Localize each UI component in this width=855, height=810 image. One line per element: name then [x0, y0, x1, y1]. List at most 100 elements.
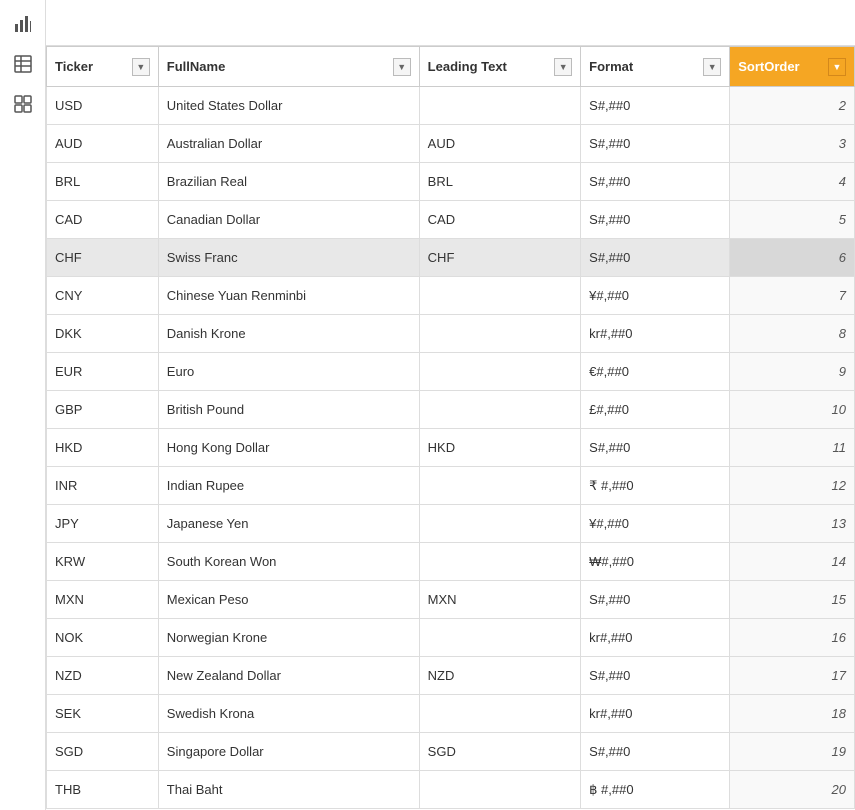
cell-format: kr#,##0 — [581, 695, 730, 733]
table-row[interactable]: SEKSwedish Kronakr#,##018 — [47, 695, 855, 733]
cell-format: S#,##0 — [581, 125, 730, 163]
main-container: Ticker▼FullName▼Leading Text▼Format▼Sort… — [0, 0, 855, 810]
table-row[interactable]: THBThai Baht฿ #,##020 — [47, 771, 855, 809]
cell-ticker: THB — [47, 771, 159, 809]
cell-ticker: DKK — [47, 315, 159, 353]
col-dropdown-ticker[interactable]: ▼ — [132, 58, 150, 76]
cell-fullName: United States Dollar — [158, 87, 419, 125]
table-row[interactable]: CNYChinese Yuan Renminbi¥#,##07 — [47, 277, 855, 315]
cell-leadingText: CAD — [419, 201, 580, 239]
cell-format: ₩#,##0 — [581, 543, 730, 581]
cell-format: S#,##0 — [581, 733, 730, 771]
cell-fullName: British Pound — [158, 391, 419, 429]
cell-sortOrder: 9 — [730, 353, 855, 391]
col-dropdown-format[interactable]: ▼ — [703, 58, 721, 76]
cell-leadingText — [419, 391, 580, 429]
cell-leadingText: SGD — [419, 733, 580, 771]
cell-leadingText: BRL — [419, 163, 580, 201]
col-header-fullName: FullName▼ — [158, 47, 419, 87]
cell-leadingText — [419, 695, 580, 733]
table-row[interactable]: JPYJapanese Yen¥#,##013 — [47, 505, 855, 543]
toolbar — [46, 0, 855, 46]
cell-ticker: INR — [47, 467, 159, 505]
cell-leadingText: MXN — [419, 581, 580, 619]
cell-sortOrder: 12 — [730, 467, 855, 505]
cell-sortOrder: 17 — [730, 657, 855, 695]
cell-sortOrder: 4 — [730, 163, 855, 201]
cell-ticker: KRW — [47, 543, 159, 581]
table-row[interactable]: DKKDanish Kronekr#,##08 — [47, 315, 855, 353]
cell-fullName: Indian Rupee — [158, 467, 419, 505]
data-table: Ticker▼FullName▼Leading Text▼Format▼Sort… — [46, 46, 855, 809]
cell-sortOrder: 3 — [730, 125, 855, 163]
table-row[interactable]: SGDSingapore DollarSGDS#,##019 — [47, 733, 855, 771]
cell-leadingText — [419, 771, 580, 809]
cell-leadingText: AUD — [419, 125, 580, 163]
cell-leadingText: HKD — [419, 429, 580, 467]
table-row[interactable]: CADCanadian DollarCADS#,##05 — [47, 201, 855, 239]
cell-ticker: SGD — [47, 733, 159, 771]
col-header-sortOrder: SortOrder ▼ — [730, 47, 855, 87]
cell-sortOrder: 16 — [730, 619, 855, 657]
table-row[interactable]: NZDNew Zealand DollarNZDS#,##017 — [47, 657, 855, 695]
table-row[interactable]: MXNMexican PesoMXNS#,##015 — [47, 581, 855, 619]
table-row[interactable]: EUREuro€#,##09 — [47, 353, 855, 391]
cell-fullName: Chinese Yuan Renminbi — [158, 277, 419, 315]
col-label-leadingText: Leading Text — [428, 59, 507, 74]
col-header-ticker: Ticker ▼ — [47, 47, 159, 87]
col-label-ticker: Ticker — [55, 59, 93, 74]
cell-leadingText: NZD — [419, 657, 580, 695]
sidebar — [0, 0, 46, 810]
cell-leadingText — [419, 315, 580, 353]
cell-ticker: EUR — [47, 353, 159, 391]
col-header-format: Format▼ — [581, 47, 730, 87]
cell-format: ฿ #,##0 — [581, 771, 730, 809]
cell-ticker: SEK — [47, 695, 159, 733]
cell-ticker: JPY — [47, 505, 159, 543]
cell-sortOrder: 5 — [730, 201, 855, 239]
cell-ticker: NZD — [47, 657, 159, 695]
close-button[interactable] — [54, 9, 82, 37]
table-row[interactable]: KRWSouth Korean Won₩#,##014 — [47, 543, 855, 581]
cell-ticker: CNY — [47, 277, 159, 315]
cell-sortOrder: 20 — [730, 771, 855, 809]
table-row[interactable]: USDUnited States DollarS#,##02 — [47, 87, 855, 125]
table-row[interactable]: INRIndian Rupee ₹ #,##012 — [47, 467, 855, 505]
cell-ticker: NOK — [47, 619, 159, 657]
cell-format: €#,##0 — [581, 353, 730, 391]
cell-sortOrder: 2 — [730, 87, 855, 125]
table-row[interactable]: CHFSwiss FrancCHFS#,##06 — [47, 239, 855, 277]
table-row[interactable]: BRLBrazilian RealBRLS#,##04 — [47, 163, 855, 201]
table-row[interactable]: NOKNorwegian Kronekr#,##016 — [47, 619, 855, 657]
cell-format: S#,##0 — [581, 429, 730, 467]
table-row[interactable]: GBPBritish Pound£#,##010 — [47, 391, 855, 429]
cell-format: S#,##0 — [581, 163, 730, 201]
table-row[interactable]: HKDHong Kong DollarHKDS#,##011 — [47, 429, 855, 467]
cell-fullName: New Zealand Dollar — [158, 657, 419, 695]
cell-ticker: USD — [47, 87, 159, 125]
cell-fullName: Japanese Yen — [158, 505, 419, 543]
col-label-sortOrder: SortOrder — [738, 59, 799, 74]
cell-ticker: CAD — [47, 201, 159, 239]
col-dropdown-sortOrder[interactable]: ▼ — [828, 58, 846, 76]
table-icon[interactable] — [5, 46, 41, 82]
table-header-row: Ticker▼FullName▼Leading Text▼Format▼Sort… — [47, 47, 855, 87]
chart-icon[interactable] — [5, 6, 41, 42]
cell-fullName: Mexican Peso — [158, 581, 419, 619]
cell-format: S#,##0 — [581, 581, 730, 619]
cell-leadingText — [419, 543, 580, 581]
cell-ticker: GBP — [47, 391, 159, 429]
cell-sortOrder: 10 — [730, 391, 855, 429]
data-icon[interactable] — [5, 86, 41, 122]
col-dropdown-leadingText[interactable]: ▼ — [554, 58, 572, 76]
cell-format: ¥#,##0 — [581, 277, 730, 315]
table-container: Ticker▼FullName▼Leading Text▼Format▼Sort… — [46, 46, 855, 810]
cell-ticker: MXN — [47, 581, 159, 619]
cell-format: ₹ #,##0 — [581, 467, 730, 505]
cell-format: ¥#,##0 — [581, 505, 730, 543]
cell-format: S#,##0 — [581, 239, 730, 277]
table-row[interactable]: AUDAustralian DollarAUDS#,##03 — [47, 125, 855, 163]
confirm-button[interactable] — [86, 9, 114, 37]
cell-leadingText — [419, 467, 580, 505]
col-dropdown-fullName[interactable]: ▼ — [393, 58, 411, 76]
